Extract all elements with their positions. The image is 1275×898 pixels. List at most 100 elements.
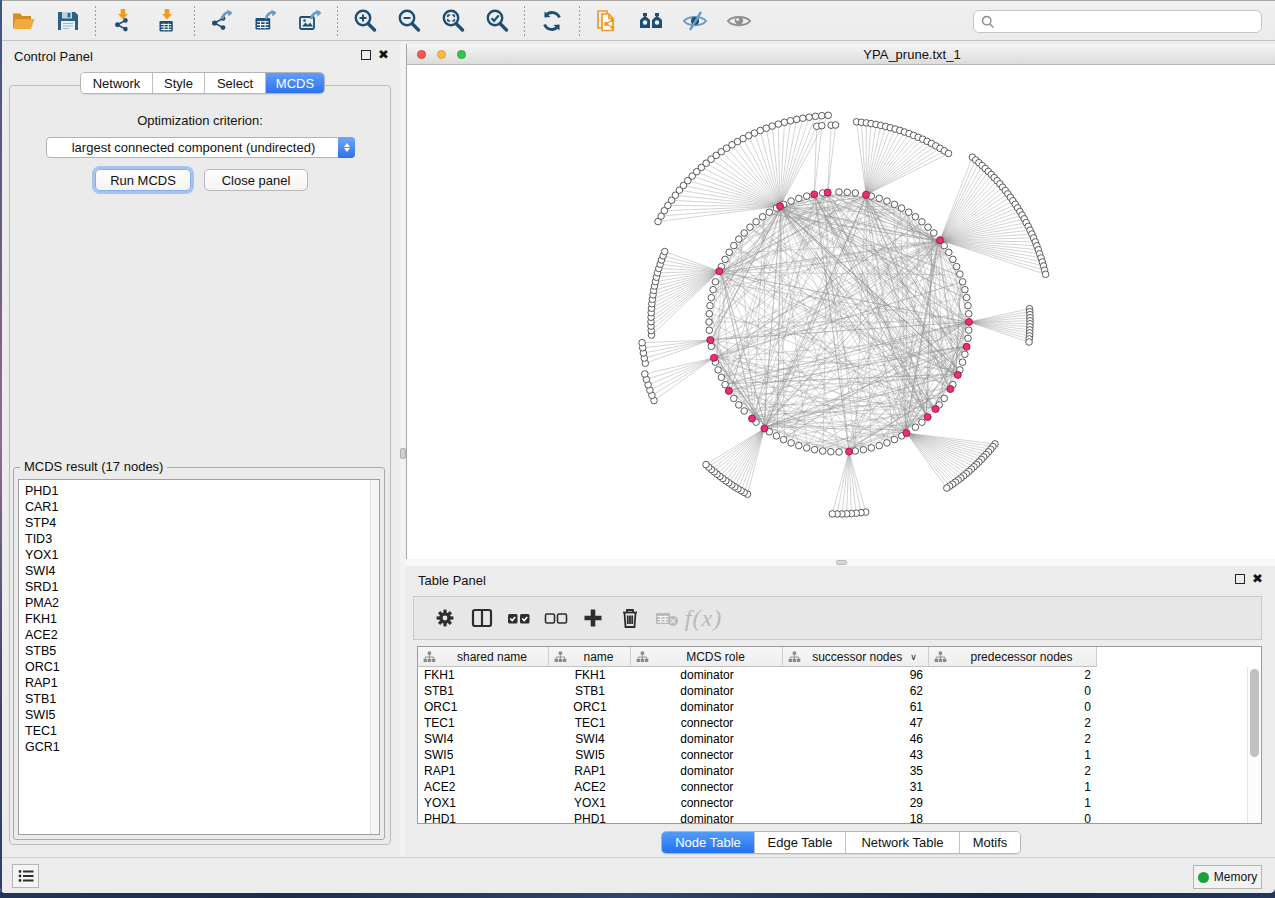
clone-network-button[interactable] [585,4,629,38]
graph-node[interactable] [825,112,832,119]
graph-node[interactable] [741,408,748,415]
graph-node[interactable] [852,190,859,197]
tab-network[interactable]: Network [81,73,153,93]
graph-node[interactable] [962,351,969,358]
graph-hub-node[interactable] [954,371,961,378]
graph-node[interactable] [722,256,729,263]
zoom-out-button[interactable] [387,4,431,38]
first-neighbors-button[interactable] [629,4,673,38]
graph-node[interactable] [959,359,966,366]
graph-node[interactable] [941,395,948,402]
horizontal-splitter[interactable] [406,559,1275,566]
graph-node[interactable] [860,446,867,453]
mcds-result-item[interactable]: RAP1 [25,675,379,691]
mcds-result-item[interactable]: SRD1 [25,579,379,595]
graph-node[interactable] [710,286,717,293]
export-image-button[interactable] [288,4,332,38]
graph-node[interactable] [844,189,851,196]
mcds-list-scrollbar[interactable] [370,480,379,834]
graph-hub-node[interactable] [811,191,818,198]
graph-node[interactable] [819,448,826,455]
graph-node[interactable] [707,302,714,309]
table-row[interactable]: FKH1FKH1dominator962 [418,667,1261,683]
graph-hub-node[interactable] [716,268,723,275]
table-row[interactable]: TEC1TEC1connector472 [418,715,1261,731]
graph-node[interactable] [781,119,788,126]
hide-selected-button[interactable] [673,4,717,38]
graph-node[interactable] [803,193,810,200]
table-row[interactable]: ACE2ACE2connector311 [418,779,1261,795]
zoom-window-icon[interactable] [457,50,466,59]
graph-node[interactable] [747,224,754,231]
mcds-result-item[interactable]: CAR1 [25,499,379,515]
graph-node[interactable] [919,419,926,426]
graph-node[interactable] [806,114,813,121]
graph-hub-node[interactable] [937,237,944,244]
graph-node[interactable] [884,440,891,447]
graph-node[interactable] [965,311,972,318]
graph-node[interactable] [736,402,743,409]
status-list-button[interactable] [12,864,39,888]
import-network-button[interactable] [101,4,145,38]
graph-node[interactable] [796,195,803,202]
graph-node[interactable] [852,448,859,455]
graph-node[interactable] [708,294,715,301]
mcds-result-item[interactable]: TEC1 [25,723,379,739]
graph-node[interactable] [819,112,826,119]
table-row[interactable]: RAP1RAP1dominator352 [418,763,1261,779]
float-panel-icon[interactable] [361,50,371,60]
graph-node[interactable] [731,395,738,402]
graph-hub-node[interactable] [761,425,768,432]
column-header-name[interactable]: name [549,647,631,667]
graph-hub-node[interactable] [711,354,718,361]
graph-node[interactable] [898,205,905,212]
mcds-result-item[interactable]: FKH1 [25,611,379,627]
table-scrollbar[interactable] [1247,667,1261,823]
graph-hub-node[interactable] [966,319,973,326]
graph-node[interactable] [708,343,715,350]
graph-node[interactable] [965,302,972,309]
graph-node[interactable] [919,219,926,226]
open-file-button[interactable] [2,4,46,38]
graph-hub-node[interactable] [924,414,931,421]
graph-node[interactable] [642,371,649,378]
tab-network-table[interactable]: Network Table [846,832,960,853]
mcds-result-item[interactable]: STP4 [25,515,379,531]
mcds-result-item[interactable]: ORC1 [25,659,379,675]
mcds-result-item[interactable]: SWI4 [25,563,379,579]
graph-node[interactable] [731,242,738,249]
graph-node[interactable] [912,214,919,221]
mcds-result-item[interactable]: ACE2 [25,627,379,643]
column-header-shared-name[interactable]: shared name [418,647,549,667]
mcds-result-item[interactable]: STB1 [25,691,379,707]
graph-node[interactable] [946,249,953,256]
delete-button[interactable] [611,600,648,636]
tab-motifs[interactable]: Motifs [960,832,1020,853]
export-table-button[interactable] [244,4,288,38]
graph-node[interactable] [773,433,780,440]
table-row[interactable]: PHD1PHD1dominator180 [418,811,1261,824]
graph-node[interactable] [706,327,713,334]
graph-hub-node[interactable] [947,386,954,393]
tab-select[interactable]: Select [205,73,266,93]
graph-node[interactable] [1026,339,1033,346]
horizontal-splitter-handle[interactable] [836,560,847,565]
graph-node[interactable] [775,121,782,128]
graph-node[interactable] [957,271,964,278]
search-input[interactable] [996,12,1261,31]
column-header-successor-nodes[interactable]: successor nodes∨ [783,647,929,667]
graph-node[interactable] [1042,271,1049,278]
graph-node[interactable] [965,335,972,342]
mcds-result-item[interactable]: PMA2 [25,595,379,611]
graph-node[interactable] [722,381,729,388]
mcds-result-item[interactable]: YOX1 [25,547,379,563]
graph-hub-node[interactable] [749,415,756,422]
split-columns-button[interactable] [463,600,500,636]
mcds-result-item[interactable]: STB5 [25,643,379,659]
run-mcds-button[interactable]: Run MCDS [95,169,191,191]
graph-node[interactable] [925,224,932,231]
export-network-button[interactable] [200,4,244,38]
graph-node[interactable] [788,198,795,205]
graph-node[interactable] [912,424,919,431]
tab-mcds[interactable]: MCDS [266,73,324,93]
